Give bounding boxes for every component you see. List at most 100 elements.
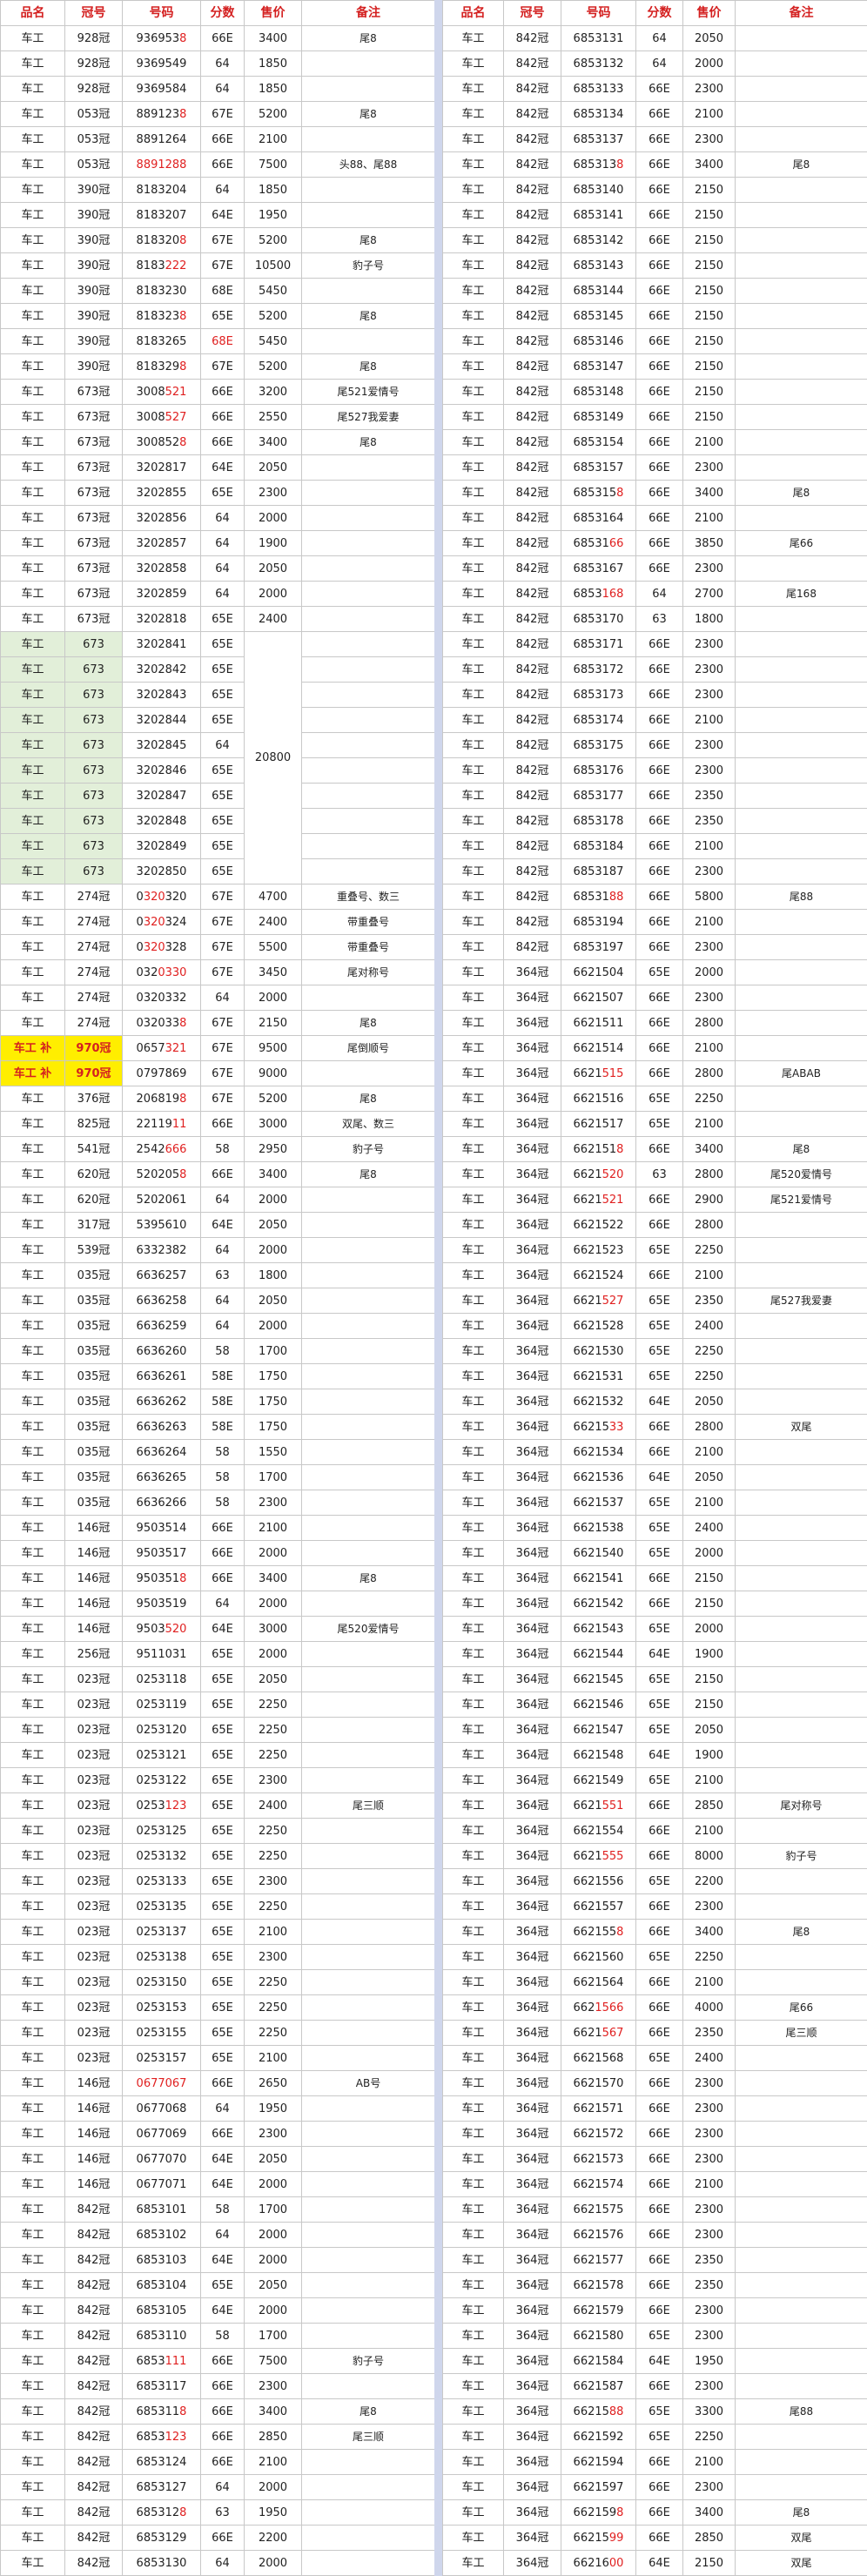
note-cell — [301, 1313, 435, 1339]
note-cell — [735, 2171, 867, 2197]
grade-cell: 64 — [200, 985, 245, 1011]
prefix-cell: 390冠 — [64, 202, 123, 228]
table-row: 车工 673 3202850 65E — [0, 858, 435, 884]
number-cell: 6621592 — [561, 2424, 636, 2450]
table-row: 车工 256冠 9511031 65E 2000 — [0, 1641, 435, 1667]
table-row: 车工 035冠 6636261 58E 1750 — [0, 1363, 435, 1389]
grade-cell: 66E — [635, 454, 683, 481]
price-cell: 5200 — [244, 1086, 302, 1112]
grade-cell: 64 — [200, 732, 245, 758]
note-cell — [301, 1818, 435, 1844]
table-row: 车工 035冠 6636263 58E 1750 — [0, 1414, 435, 1440]
prefix-cell: 274冠 — [64, 934, 123, 960]
grade-cell: 66E — [635, 833, 683, 859]
prefix-cell: 842冠 — [503, 227, 561, 253]
prefix-cell: 023冠 — [64, 1969, 123, 1995]
note-cell: 双尾 — [735, 1414, 867, 1440]
price-cell: 2000 — [244, 2297, 302, 2324]
price-cell: 4000 — [682, 1994, 736, 2021]
prefix-cell: 673冠 — [64, 404, 123, 430]
note-cell: 尾88 — [735, 2398, 867, 2425]
grade-cell: 65E — [635, 1944, 683, 1970]
prefix-cell: 256冠 — [64, 1641, 123, 1667]
price-cell: 3000 — [244, 1111, 302, 1137]
number-cell: 3202817 — [122, 454, 201, 481]
grade-cell: 67E — [200, 959, 245, 985]
number-cell: 6621523 — [561, 1237, 636, 1263]
prefix-cell: 390冠 — [64, 353, 123, 380]
grade-cell: 65E — [200, 656, 245, 683]
table-row: 车工 842冠 6853102 64 2000 — [0, 2222, 435, 2248]
note-cell — [301, 530, 435, 556]
number-cell: 6621531 — [561, 1363, 636, 1389]
name-cell: 车工 — [442, 1994, 504, 2021]
note-cell — [735, 1363, 867, 1389]
grade-cell: 65E — [635, 1767, 683, 1793]
prefix-cell: 842冠 — [503, 631, 561, 657]
prefix-cell: 274冠 — [64, 884, 123, 910]
note-cell — [735, 656, 867, 683]
prefix-cell: 842冠 — [503, 328, 561, 354]
table-row: 车工 023冠 0253122 65E 2300 — [0, 1767, 435, 1793]
prefix-cell: 053冠 — [64, 151, 123, 178]
price-cell: 2250 — [682, 1086, 736, 1112]
price-cell: 2300 — [682, 2146, 736, 2172]
note-cell: 尾8 — [301, 1565, 435, 1591]
note-cell — [735, 1893, 867, 1920]
grade-cell: 66E — [635, 353, 683, 380]
name-cell: 车工 — [442, 25, 504, 51]
grade-cell: 66E — [200, 1515, 245, 1541]
number-cell: 3008528 — [122, 429, 201, 455]
grade-cell: 65E — [635, 1237, 683, 1263]
note-cell — [735, 2045, 867, 2071]
table-row: 车工 364冠 6621592 65E 2250 — [442, 2424, 867, 2450]
prefix-cell: 023冠 — [64, 1944, 123, 1970]
prefix-cell: 673 — [64, 732, 123, 758]
number-cell: 0677068 — [122, 2095, 201, 2122]
name-cell: 车工 — [442, 1136, 504, 1162]
note-cell: 尾8 — [301, 1161, 435, 1187]
grade-cell: 65E — [200, 606, 245, 632]
price-cell: 3200 — [244, 379, 302, 405]
price-cell: 2300 — [682, 2095, 736, 2122]
price-cell: 2800 — [682, 1010, 736, 1036]
prefix-cell: 146冠 — [64, 2146, 123, 2172]
table-row: 车工 023冠 0253150 65E 2250 — [0, 1969, 435, 1995]
number-cell: 3202818 — [122, 606, 201, 632]
table-row: 车工 364冠 6621575 66E 2300 — [442, 2196, 867, 2223]
note-cell — [735, 1666, 867, 1692]
note-cell — [301, 328, 435, 354]
name-cell: 车工 — [442, 1692, 504, 1718]
note-cell — [735, 1338, 867, 1364]
prefix-cell: 842冠 — [503, 50, 561, 77]
name-cell: 车工 — [442, 1717, 504, 1743]
price-cell: 2400 — [682, 1515, 736, 1541]
name-cell: 车工 — [0, 1515, 65, 1541]
name-cell: 车工 — [442, 656, 504, 683]
highlighted-digits: 8 — [179, 309, 187, 323]
number-cell: 6853130 — [122, 2550, 201, 2576]
number-cell: 6332382 — [122, 1237, 201, 1263]
price-cell: 10500 — [244, 252, 302, 279]
table-row: 车工 539冠 6332382 64 2000 — [0, 1237, 435, 1263]
name-cell: 车工 — [0, 454, 65, 481]
table-row: 车工 673 3202849 65E — [0, 833, 435, 859]
name-cell: 车工 — [0, 2196, 65, 2223]
price-cell: 2800 — [682, 1212, 736, 1238]
note-cell — [735, 353, 867, 380]
table-row: 车工 146冠 0677067 66E 2650 AB号 — [0, 2070, 435, 2096]
prefix-cell: 390冠 — [64, 177, 123, 203]
table-row: 车工 364冠 6621514 66E 2100 — [442, 1035, 867, 1061]
note-cell — [735, 1818, 867, 1844]
prefix-cell: 842冠 — [503, 934, 561, 960]
note-cell — [301, 858, 435, 884]
price-cell: 2100 — [682, 909, 736, 935]
price-cell: 2300 — [682, 2373, 736, 2399]
grade-cell: 66E — [635, 2070, 683, 2096]
number-cell: 6621584 — [561, 2348, 636, 2374]
price-cell: 1700 — [244, 2196, 302, 2223]
note-cell — [301, 682, 435, 708]
price-cell: 2100 — [682, 833, 736, 859]
name-cell: 车工 — [442, 480, 504, 506]
prefix-cell: 842冠 — [503, 379, 561, 405]
